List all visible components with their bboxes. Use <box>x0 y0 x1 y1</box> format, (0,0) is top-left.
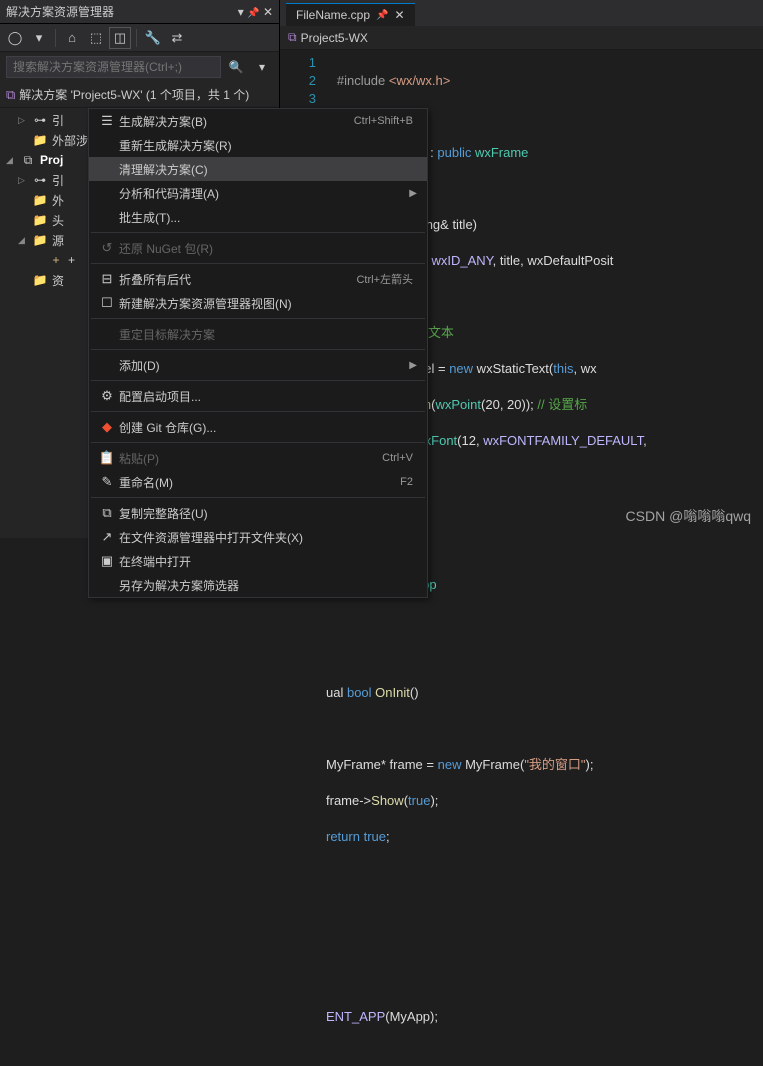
collapse-icon: ⊟ <box>95 271 119 287</box>
menu-copypath[interactable]: ⧉复制完整路径(U) <box>89 501 427 525</box>
separator <box>91 497 425 498</box>
chevron-right-icon: ▶ <box>409 360 421 371</box>
rename-icon: ✎ <box>95 474 119 490</box>
close-icon[interactable]: ✕ <box>263 5 273 19</box>
chevron-right-icon: ▷ <box>18 115 28 126</box>
build-icon: ☰ <box>95 113 119 129</box>
menu-add[interactable]: 添加(D)▶ <box>89 353 427 377</box>
scope-icon[interactable]: ⬚ <box>85 27 107 49</box>
chevron-down-icon: ◢ <box>18 235 28 246</box>
wrench-icon[interactable]: 🔧 <box>142 27 164 49</box>
search-dropdown-icon[interactable]: ▾ <box>251 56 273 78</box>
menu-newview[interactable]: ☐新建解决方案资源管理器视图(N) <box>89 291 427 315</box>
menu-collapse[interactable]: ⊟折叠所有后代Ctrl+左箭头 <box>89 267 427 291</box>
chevron-right-icon: ▶ <box>409 188 421 199</box>
menu-batch[interactable]: 批生成(T)... <box>89 205 427 229</box>
solution-row[interactable]: ⧉ 解决方案 'Project5-WX' (1 个项目，共 1 个) <box>0 82 279 108</box>
separator <box>91 232 425 233</box>
gear-icon: ⚙ <box>95 388 119 404</box>
dropdown-icon[interactable]: ▾ <box>238 5 244 19</box>
menu-terminal[interactable]: ▣在终端中打开 <box>89 549 427 573</box>
folder-icon: 📁 <box>32 273 48 287</box>
folder-icon: 📁 <box>32 233 48 247</box>
solution-label: 解决方案 'Project5-WX' (1 个项目，共 1 个) <box>19 86 249 103</box>
menu-git[interactable]: ◆创建 Git 仓库(G)... <box>89 415 427 439</box>
chevron-right-icon: ▷ <box>18 175 28 186</box>
close-icon[interactable]: ✕ <box>394 8 404 22</box>
menu-clean[interactable]: 清理解决方案(C) <box>89 157 427 181</box>
folder-icon: 📁 <box>32 133 48 147</box>
separator <box>91 411 425 412</box>
tab-file[interactable]: FileName.cpp 📌 ✕ <box>286 3 415 26</box>
menu-paste: 📋粘贴(P)Ctrl+V <box>89 446 427 470</box>
toolbar: ◯ ▾ ⌂ ⬚ ◫ 🔧 ⇄ <box>0 24 279 52</box>
menu-savefilter[interactable]: 另存为解决方案筛选器 <box>89 573 427 597</box>
panel-header-controls: ▾ 📌 ✕ <box>238 5 273 19</box>
tab-label: FileName.cpp <box>296 8 370 22</box>
preview-icon[interactable]: ⇄ <box>166 27 188 49</box>
back-icon[interactable]: ◯ <box>4 27 26 49</box>
menu-rename[interactable]: ✎重命名(M)F2 <box>89 470 427 494</box>
menu-startup[interactable]: ⚙配置启动项目... <box>89 384 427 408</box>
context-menu: ☰生成解决方案(B)Ctrl+Shift+B 重新生成解决方案(R) 清理解决方… <box>88 108 428 598</box>
nav-bar: ⧉ Project5-WX <box>280 26 763 50</box>
link-icon: ⊶ <box>32 113 48 127</box>
show-all-icon[interactable]: ◫ <box>109 27 131 49</box>
terminal-icon: ▣ <box>95 553 119 569</box>
search-input[interactable] <box>6 56 221 78</box>
search-icon[interactable]: 🔍 <box>225 56 247 78</box>
scope-combo[interactable]: ⧉ Project5-WX <box>288 30 368 45</box>
separator <box>55 29 56 47</box>
chevron-down-icon: ◢ <box>6 155 16 166</box>
solution-icon: ⧉ <box>6 87 15 103</box>
tabbar: FileName.cpp 📌 ✕ <box>280 0 763 26</box>
pin-icon[interactable]: 📌 <box>376 10 388 21</box>
separator <box>91 380 425 381</box>
git-icon: ◆ <box>95 419 119 435</box>
paste-icon: 📋 <box>95 450 119 466</box>
menu-rebuild[interactable]: 重新生成解决方案(R) <box>89 133 427 157</box>
separator <box>91 349 425 350</box>
dropdown-icon[interactable]: ▾ <box>28 27 50 49</box>
project-icon: ⧉ <box>288 30 297 45</box>
copy-icon: ⧉ <box>95 505 119 521</box>
panel-title: 解决方案资源管理器 <box>6 3 114 20</box>
separator <box>136 29 137 47</box>
project-icon: ⧉ <box>20 153 36 168</box>
restore-icon: ↺ <box>95 240 119 256</box>
watermark: CSDN @嗡嗡嗡qwq <box>626 506 751 526</box>
separator <box>91 442 425 443</box>
folder-open-icon: ↗ <box>95 529 119 545</box>
home-icon[interactable]: ⌂ <box>61 27 83 49</box>
menu-openfolder[interactable]: ↗在文件资源管理器中打开文件夹(X) <box>89 525 427 549</box>
menu-nuget: ↺还原 NuGet 包(R) <box>89 236 427 260</box>
menu-build[interactable]: ☰生成解决方案(B)Ctrl+Shift+B <box>89 109 427 133</box>
folder-icon: 📁 <box>32 193 48 207</box>
search-row: 🔍 ▾ <box>0 52 279 82</box>
separator <box>91 263 425 264</box>
menu-analyze[interactable]: 分析和代码清理(A)▶ <box>89 181 427 205</box>
link-icon: ⊶ <box>32 173 48 187</box>
folder-icon: 📁 <box>32 213 48 227</box>
panel-header: 解决方案资源管理器 ▾ 📌 ✕ <box>0 0 279 24</box>
cpp-icon: + <box>48 253 64 267</box>
menu-retarget: 重定目标解决方案 <box>89 322 427 346</box>
newview-icon: ☐ <box>95 295 119 311</box>
pin-icon[interactable]: 📌 <box>247 8 259 19</box>
separator <box>91 318 425 319</box>
